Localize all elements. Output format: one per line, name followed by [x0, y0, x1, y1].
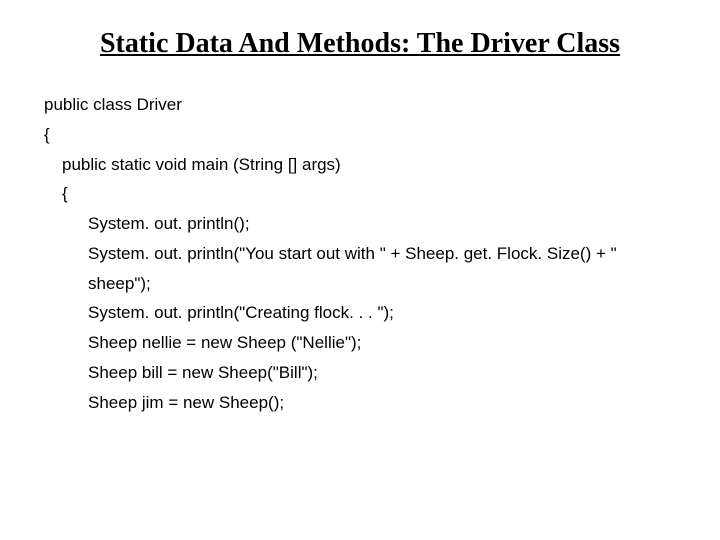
code-line: Sheep bill = new Sheep("Bill"); [44, 358, 690, 388]
code-line: Sheep jim = new Sheep(); [44, 388, 690, 418]
code-line: public class Driver [44, 90, 690, 120]
slide: Static Data And Methods: The Driver Clas… [0, 28, 720, 540]
code-line: { [44, 179, 690, 209]
code-line: System. out. println("Creating flock. . … [44, 298, 690, 328]
code-line: System. out. println("You start out with… [44, 239, 690, 269]
code-line: { [44, 120, 690, 150]
code-line: Sheep nellie = new Sheep ("Nellie"); [44, 328, 690, 358]
slide-title: Static Data And Methods: The Driver Clas… [0, 28, 720, 60]
code-block: public class Driver { public static void… [0, 90, 720, 417]
code-line: sheep"); [44, 269, 690, 299]
code-line: System. out. println(); [44, 209, 690, 239]
code-line: public static void main (String [] args) [44, 150, 690, 180]
